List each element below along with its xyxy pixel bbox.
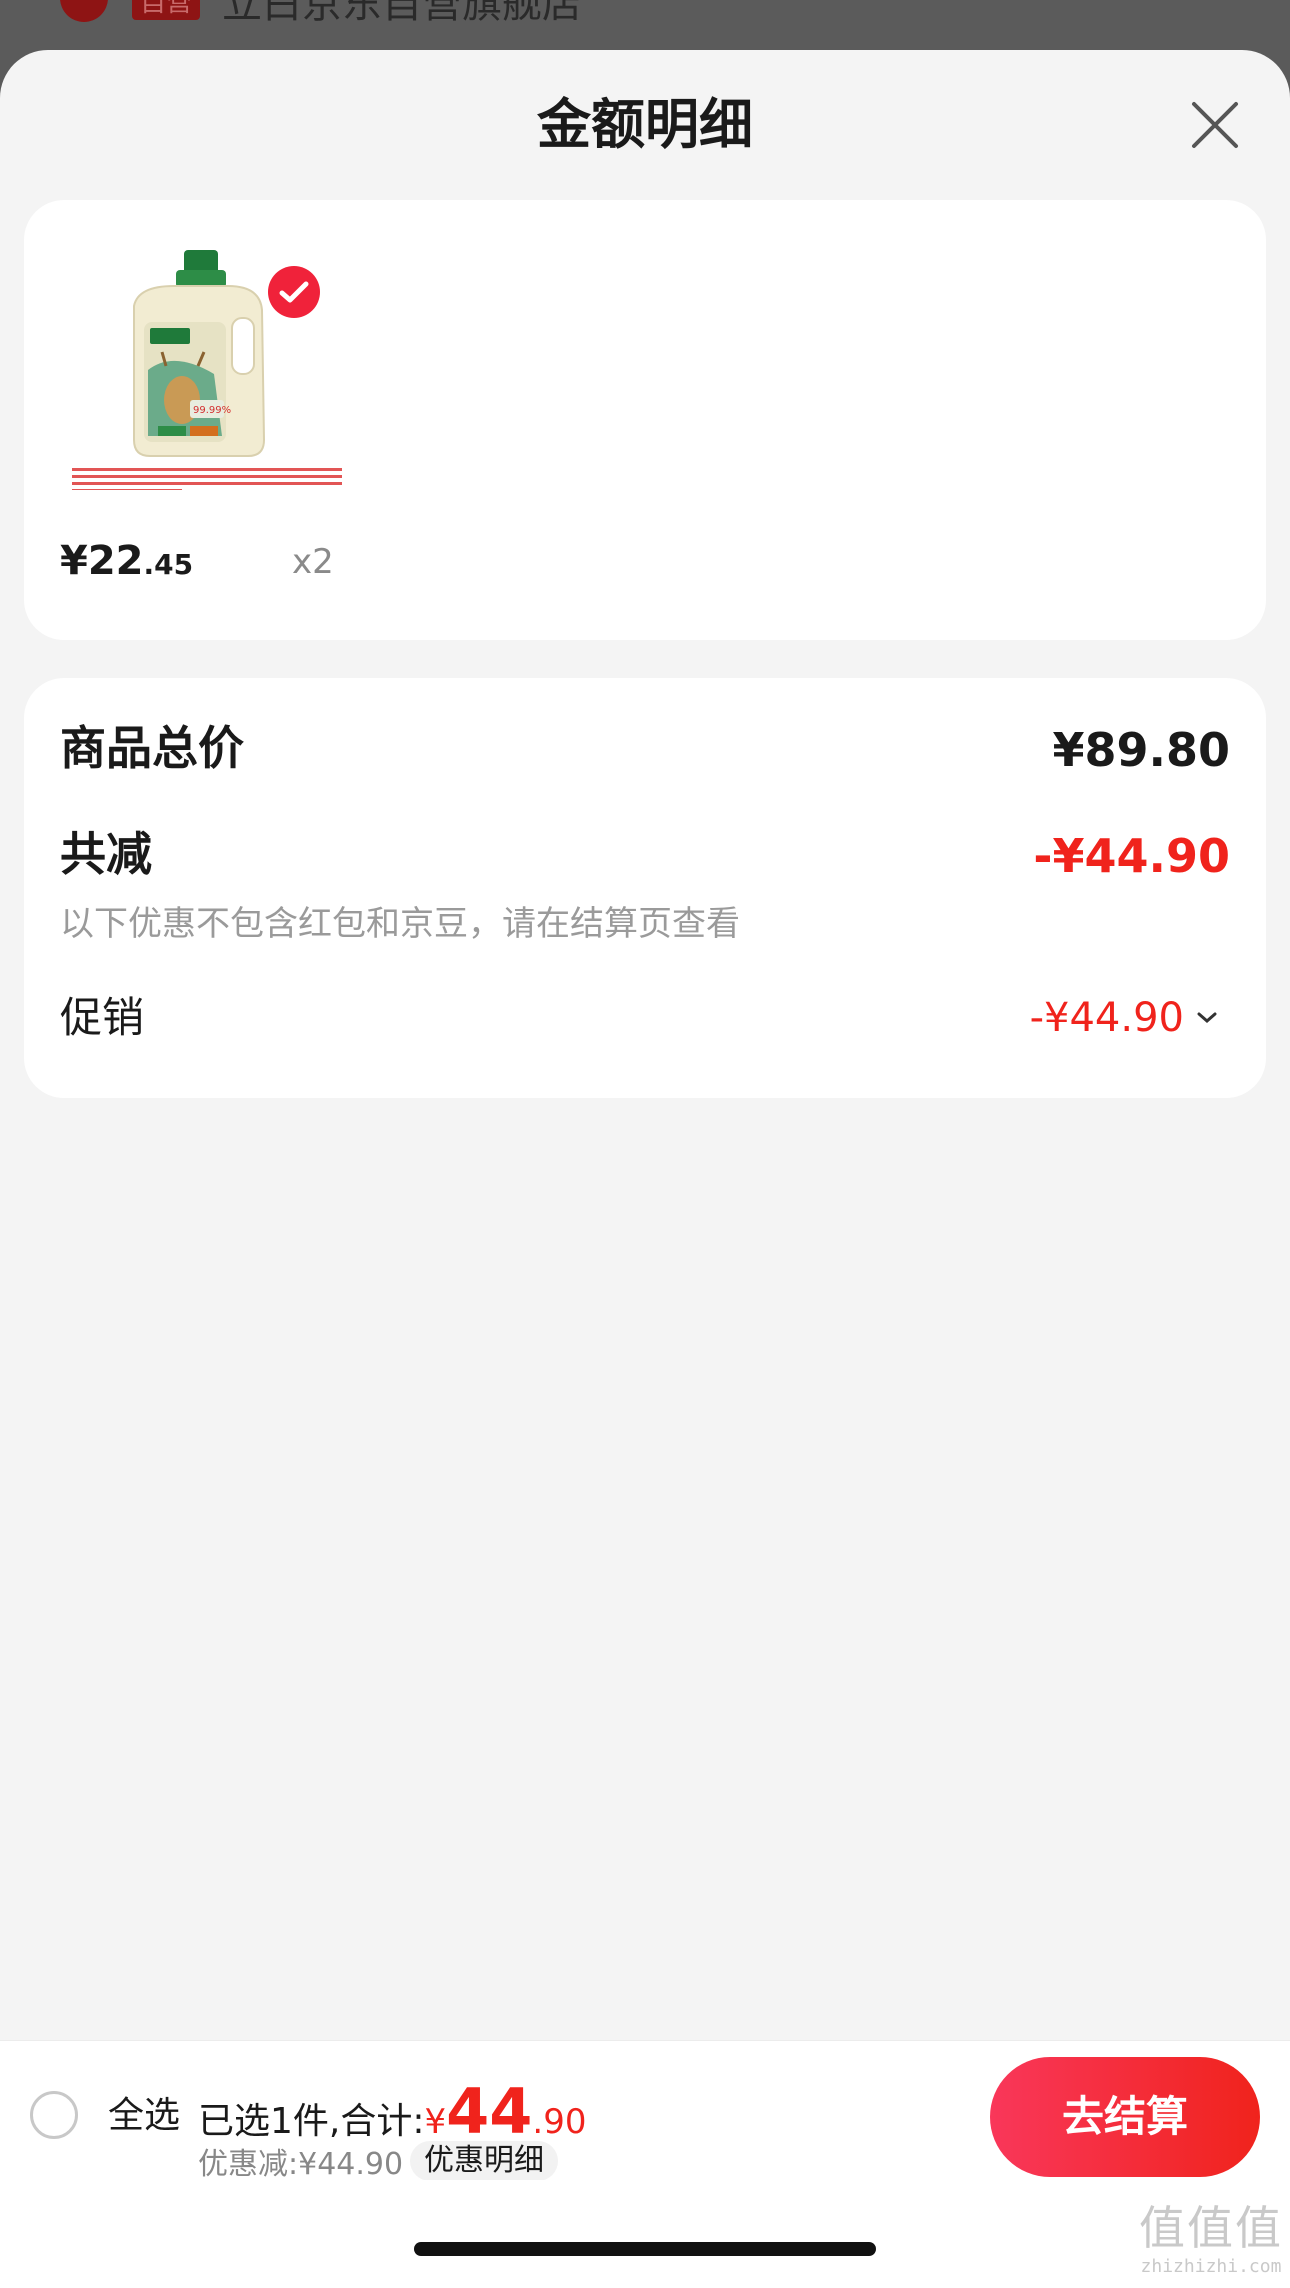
- watermark-logo: 值值值: [1139, 2201, 1283, 2255]
- reduce-label: 共减: [60, 827, 152, 881]
- product-price: ¥22.45: [60, 536, 193, 590]
- product-quantity: x2: [292, 542, 334, 582]
- summary-card: 商品总价 ¥89.80 共减 -¥44.90 以下优惠不包含红包和京豆，请在结算…: [24, 678, 1266, 1098]
- promo-value: -¥44.90: [1029, 995, 1184, 1041]
- sum-integer: 44: [446, 2075, 533, 2148]
- discount-detail-button[interactable]: 优惠明细: [410, 2141, 558, 2181]
- total-value: ¥89.80: [1052, 723, 1230, 777]
- watermark-url: zhizhizhi.com: [1140, 2256, 1282, 2277]
- price-main: ¥22: [60, 538, 144, 584]
- sum-currency: ¥: [424, 2102, 447, 2142]
- close-icon: [1192, 102, 1238, 148]
- checkout-bar: 全选 已选1件,合计: ¥ 44 .90 优惠减:¥44.90 优惠明细 去结算: [0, 2040, 1290, 2182]
- saving-amount: 优惠减:¥44.90: [198, 2147, 404, 2182]
- reduce-value: -¥44.90: [1033, 829, 1230, 883]
- product-card: 99.99% ¥22.45 x2: [24, 200, 1266, 640]
- checkout-button[interactable]: 去结算: [990, 2057, 1260, 2177]
- chevron-down-icon: [1197, 1012, 1217, 1023]
- close-button[interactable]: [1186, 96, 1244, 154]
- select-all-radio[interactable]: [30, 2091, 78, 2139]
- home-indicator[interactable]: [414, 2242, 876, 2256]
- promo-value-toggle[interactable]: -¥44.90: [1030, 992, 1218, 1044]
- selected-check-icon[interactable]: [268, 266, 320, 318]
- total-label: 商品总价: [60, 721, 244, 775]
- selected-summary: 已选1件,合计: ¥ 44 .90: [198, 2081, 586, 2145]
- sheet-title: 金额明细: [537, 93, 753, 156]
- store-badge-icon: [60, 0, 108, 22]
- discount-note: 以下优惠不包含红包和京豆，请在结算页查看: [60, 904, 740, 944]
- self-operated-tag: 自营: [132, 0, 201, 20]
- select-all-label[interactable]: 全选: [108, 2093, 180, 2139]
- watermark: 值值值 zhizhizhi.com: [1136, 2200, 1286, 2278]
- price-decimal: .45: [143, 548, 194, 581]
- selected-prefix: 已选1件,合计:: [198, 2101, 425, 2142]
- amount-detail-sheet: 金额明细 99.99% ¥22.45 x2 商品总价 ¥89.80 共减 -¥4…: [0, 50, 1290, 2288]
- sum-decimal: .90: [532, 2102, 587, 2142]
- promo-label: 促销: [60, 993, 145, 1042]
- store-name: 立白京东自营旗舰店: [222, 0, 582, 27]
- home-indicator-area: [0, 2180, 1290, 2288]
- svg-text:99.99%: 99.99%: [193, 405, 231, 416]
